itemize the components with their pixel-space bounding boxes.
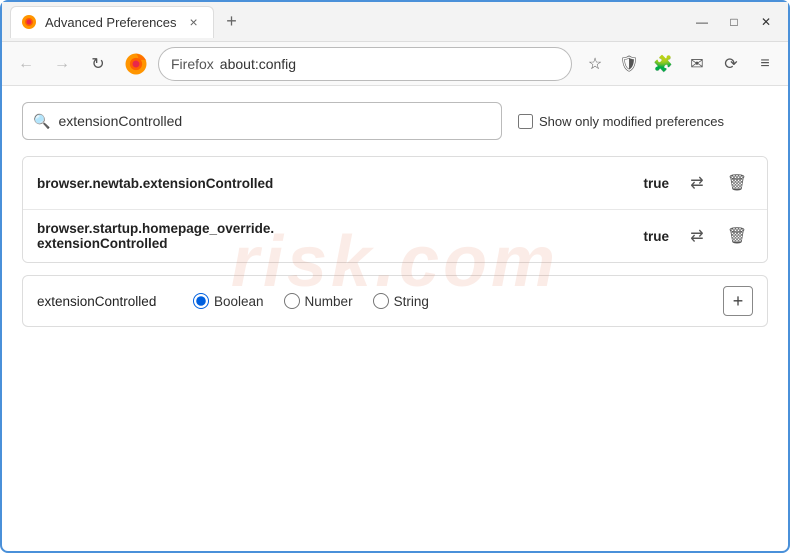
results-table: browser.newtab.extensionControlled true …	[22, 156, 768, 263]
close-button[interactable]: ✕	[752, 8, 780, 36]
minimize-button[interactable]: —	[688, 8, 716, 36]
menu-icon[interactable]: ≡	[750, 49, 780, 79]
maximize-button[interactable]: □	[720, 8, 748, 36]
row-actions-2: ⇄ 🗑	[681, 220, 753, 252]
show-modified-checkbox-label[interactable]: Show only modified preferences	[518, 114, 724, 129]
pref-name-2: browser.startup.homepage_override. exten…	[37, 221, 631, 251]
extension-icon[interactable]: 🧩	[648, 49, 678, 79]
shield-icon[interactable]: 🛡	[614, 49, 644, 79]
number-radio-label[interactable]: Number	[284, 293, 353, 309]
forward-button[interactable]: →	[46, 48, 78, 80]
number-label: Number	[305, 294, 353, 309]
site-name: Firefox	[171, 56, 214, 72]
delete-button-1[interactable]: 🗑	[721, 167, 753, 199]
string-label: String	[394, 294, 429, 309]
table-row: browser.startup.homepage_override. exten…	[23, 210, 767, 262]
mail-icon[interactable]: ✉	[682, 49, 712, 79]
add-preference-row: extensionControlled Boolean Number Strin…	[22, 275, 768, 327]
title-bar: Advanced Preferences × + — □ ✕	[2, 2, 788, 42]
address-bar[interactable]: Firefox about:config	[158, 47, 572, 81]
tab-close-button[interactable]: ×	[185, 13, 203, 31]
toggle-button-1[interactable]: ⇄	[681, 167, 713, 199]
new-pref-name: extensionControlled	[37, 294, 177, 309]
active-tab[interactable]: Advanced Preferences ×	[10, 6, 214, 38]
nav-icons: ☆ 🛡 🧩 ✉ ⟳ ≡	[580, 49, 780, 79]
search-input[interactable]	[58, 113, 491, 129]
pref-value-1: true	[643, 176, 669, 191]
swap-icon-2: ⇄	[690, 226, 703, 246]
trash-icon-2: 🗑	[727, 226, 747, 246]
table-row: browser.newtab.extensionControlled true …	[23, 157, 767, 210]
boolean-radio[interactable]	[193, 293, 209, 309]
new-tab-button[interactable]: +	[218, 8, 246, 36]
swap-icon: ⇄	[690, 173, 703, 193]
main-content: 🔍 Show only modified preferences browser…	[2, 86, 788, 343]
string-radio-label[interactable]: String	[373, 293, 429, 309]
show-modified-checkbox[interactable]	[518, 114, 533, 129]
search-magnifier-icon: 🔍	[33, 113, 50, 130]
boolean-radio-label[interactable]: Boolean	[193, 293, 264, 309]
number-radio[interactable]	[284, 293, 300, 309]
address-text: about:config	[220, 56, 296, 72]
search-box[interactable]: 🔍	[22, 102, 502, 140]
add-pref-button[interactable]: +	[723, 286, 753, 316]
pref-name-1: browser.newtab.extensionControlled	[37, 176, 631, 191]
tab-favicon	[21, 14, 37, 30]
navigation-bar: ← → ↻ Firefox about:config ☆ 🛡 🧩 ✉ ⟳ ≡	[2, 42, 788, 86]
trash-icon: 🗑	[727, 173, 747, 193]
boolean-label: Boolean	[214, 294, 264, 309]
toggle-button-2[interactable]: ⇄	[681, 220, 713, 252]
pref-value-2: true	[643, 229, 669, 244]
tab-title: Advanced Preferences	[45, 15, 177, 30]
window-controls: — □ ✕	[688, 8, 780, 36]
firefox-logo-icon	[122, 50, 150, 78]
search-row: 🔍 Show only modified preferences	[22, 102, 768, 140]
reload-button[interactable]: ↻	[82, 48, 114, 80]
sync-icon[interactable]: ⟳	[716, 49, 746, 79]
back-button[interactable]: ←	[10, 48, 42, 80]
string-radio[interactable]	[373, 293, 389, 309]
type-radio-group: Boolean Number String	[193, 293, 429, 309]
show-modified-label: Show only modified preferences	[539, 114, 724, 129]
bookmark-icon[interactable]: ☆	[580, 49, 610, 79]
delete-button-2[interactable]: 🗑	[721, 220, 753, 252]
row-actions-1: ⇄ 🗑	[681, 167, 753, 199]
